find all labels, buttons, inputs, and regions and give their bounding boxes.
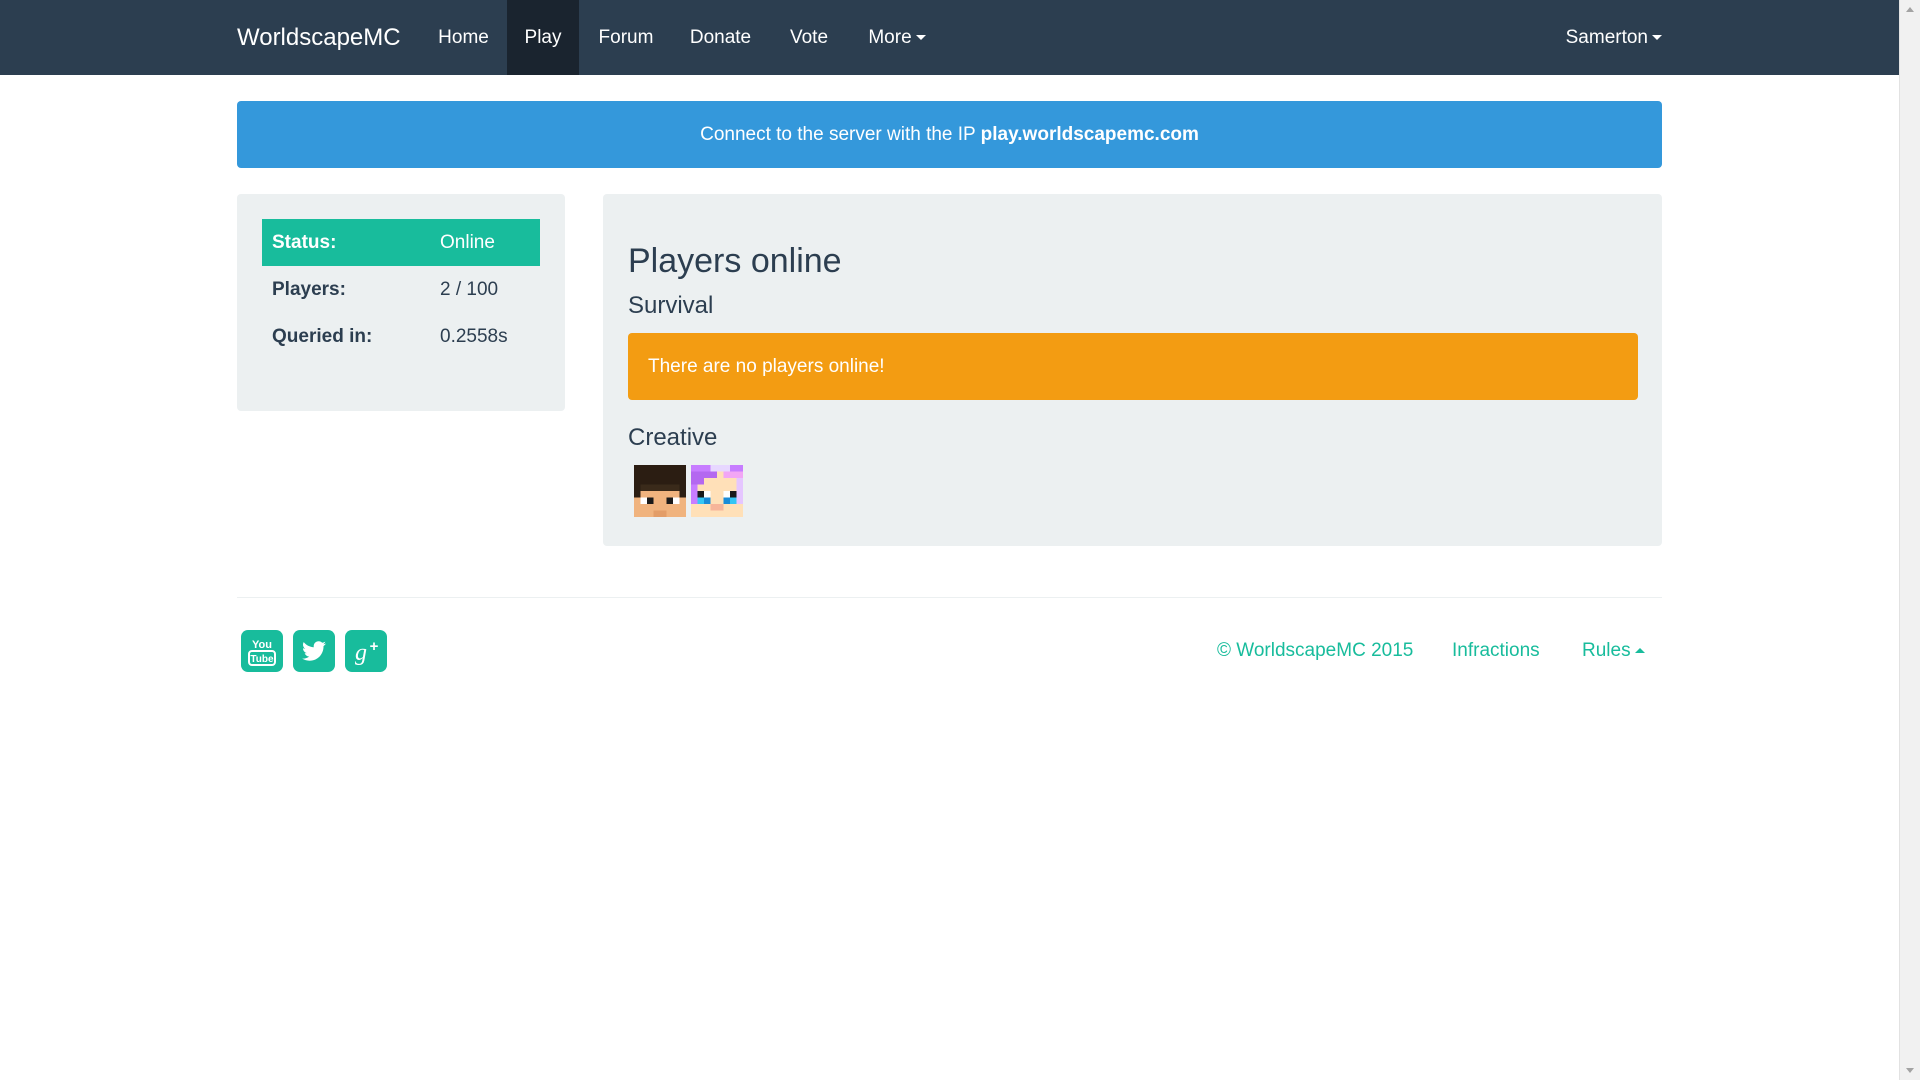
nav-vote[interactable]: Vote — [773, 0, 845, 75]
svg-text:+: + — [370, 638, 379, 655]
nav-forum[interactable]: Forum — [584, 0, 668, 75]
players-row: Players: 2 / 100 — [262, 266, 540, 313]
query-time-key: Queried in: — [272, 325, 373, 347]
svg-text:g: g — [355, 640, 367, 666]
user-menu-label: Samerton — [1565, 27, 1648, 48]
server-name-creative: Creative — [628, 424, 718, 451]
twitter-icon — [302, 641, 326, 661]
no-players-alert: There are no players online! — [628, 333, 1638, 400]
scroll-down-arrow-icon[interactable] — [1906, 1068, 1914, 1073]
players-value: 2 / 100 — [440, 278, 499, 300]
user-menu-dropdown[interactable]: Samerton — [1550, 0, 1662, 75]
nav-more-dropdown[interactable]: More — [850, 0, 944, 75]
server-ip: play.worldscapemc.com — [980, 124, 1199, 145]
server-name-survival: Survival — [628, 292, 714, 319]
rules-dropdown[interactable]: Rules — [1582, 636, 1645, 666]
youtube-icon: You Tube — [248, 639, 276, 666]
player-avatar[interactable] — [634, 465, 686, 517]
players-online-panel: Players online Survival There are no pla… — [603, 194, 1662, 546]
svg-text:You: You — [252, 639, 272, 651]
footer-divider — [237, 597, 1662, 598]
caret-down-icon — [915, 35, 926, 41]
query-time-value: 0.2558s — [440, 325, 508, 347]
status-table: Status: Online Players: 2 / 100 Queried … — [262, 219, 540, 360]
infractions-link[interactable]: Infractions — [1452, 636, 1540, 666]
twitter-link[interactable] — [293, 630, 335, 672]
player-avatar[interactable] — [691, 465, 743, 517]
vertical-scrollbar[interactable] — [1899, 0, 1920, 1080]
players-key: Players: — [272, 278, 346, 300]
navbar: WorldscapeMC Home Play Forum Donate Vote… — [0, 0, 1899, 75]
status-value: Online — [440, 231, 495, 253]
copyright-link[interactable]: © WorldscapeMC 2015 — [1217, 636, 1413, 666]
google-plus-icon: g + — [355, 638, 379, 666]
banner-text: Connect to the server with the IP — [700, 124, 981, 145]
scroll-up-arrow-icon[interactable] — [1906, 7, 1914, 12]
nav-home[interactable]: Home — [425, 0, 502, 75]
page: WorldscapeMC Home Play Forum Donate Vote… — [0, 0, 1899, 1080]
server-ip-banner: Connect to the server with the IP play.w… — [237, 101, 1662, 168]
server-status-panel: Status: Online Players: 2 / 100 Queried … — [237, 194, 565, 411]
svg-text:Tube: Tube — [250, 654, 274, 665]
youtube-link[interactable]: You Tube — [241, 630, 283, 672]
query-time-row: Queried in: 0.2558s — [262, 313, 540, 360]
nav-more-label: More — [868, 27, 912, 48]
google-plus-link[interactable]: g + — [345, 630, 387, 672]
nav-donate[interactable]: Donate — [673, 0, 768, 75]
nav-play[interactable]: Play — [507, 0, 579, 75]
caret-down-icon — [1652, 35, 1662, 41]
brand-link[interactable]: WorldscapeMC — [237, 0, 401, 75]
rules-label: Rules — [1582, 640, 1631, 661]
players-online-title: Players online — [628, 242, 842, 280]
status-row: Status: Online — [262, 219, 540, 266]
caret-up-icon — [1634, 648, 1645, 654]
status-key: Status: — [272, 231, 337, 253]
